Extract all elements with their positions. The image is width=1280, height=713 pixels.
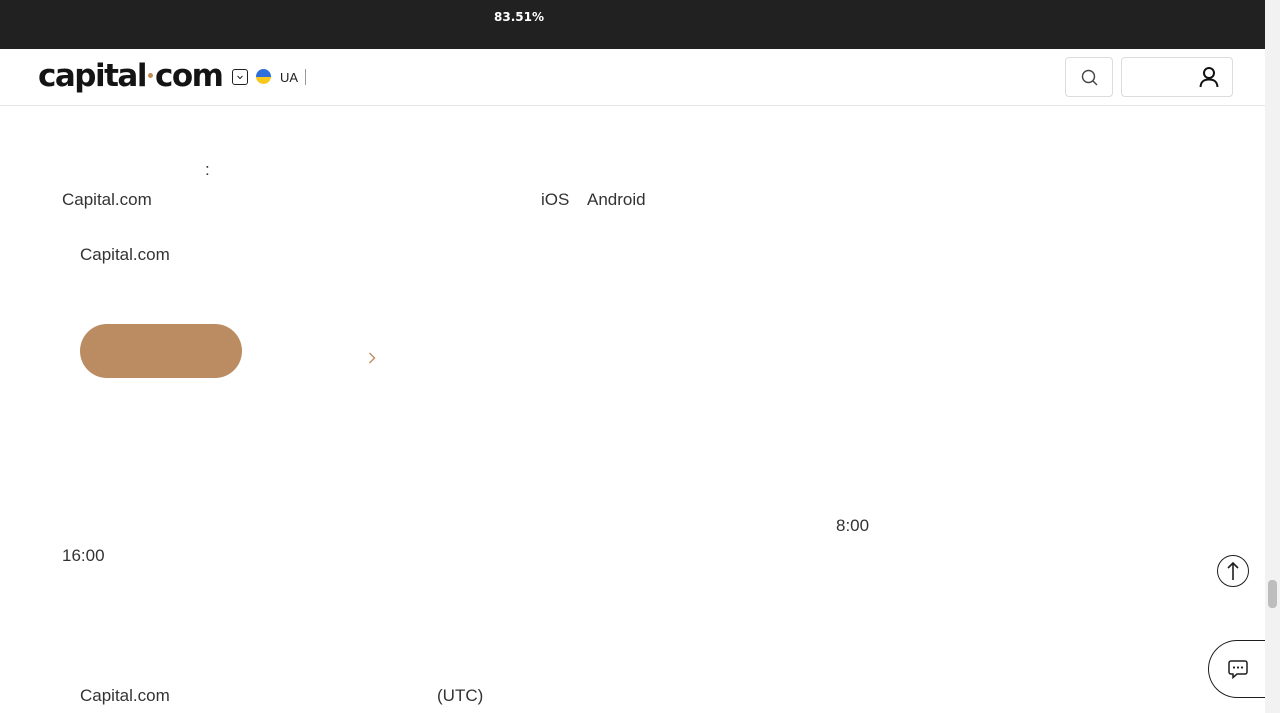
brand-text: Capital.com xyxy=(80,686,170,705)
scroll-to-top-button[interactable] xyxy=(1217,555,1249,587)
chevron-down-icon[interactable] xyxy=(232,69,248,85)
user-icon xyxy=(1199,67,1219,88)
chevron-right-icon[interactable] xyxy=(366,350,378,366)
open-time: 8:00 xyxy=(836,516,870,535)
platform-ios: iOS xyxy=(541,190,570,209)
search-icon xyxy=(1081,69,1098,86)
chat-bubble-icon xyxy=(1228,660,1248,679)
top-ticker-bar: 83.51% xyxy=(0,0,1265,49)
scrollbar-thumb[interactable] xyxy=(1268,580,1277,608)
brand-text: Capital.com xyxy=(62,190,152,209)
logo-dot xyxy=(147,73,153,78)
logo-text-left: capital xyxy=(38,58,147,94)
close-time: 16:00 xyxy=(62,546,105,565)
arrow-up-icon xyxy=(1227,561,1239,580)
cta-button[interactable] xyxy=(80,324,242,378)
chat-button[interactable] xyxy=(1208,640,1265,698)
brand-text: Capital.com xyxy=(80,245,170,264)
colon-text: : xyxy=(205,160,210,179)
language-code[interactable]: UA xyxy=(280,70,298,85)
account-button[interactable] xyxy=(1121,57,1233,97)
search-button[interactable] xyxy=(1065,57,1113,97)
platform-android: Android xyxy=(587,190,646,209)
divider xyxy=(305,69,306,85)
ticker-percent: 83.51% xyxy=(494,10,544,24)
site-header: capital com UA xyxy=(0,49,1265,106)
logo-text-right: com xyxy=(154,58,224,94)
logo[interactable]: capital com xyxy=(38,58,224,94)
ukraine-flag-icon[interactable] xyxy=(256,69,271,84)
timezone-text: (UTC) xyxy=(437,686,484,705)
